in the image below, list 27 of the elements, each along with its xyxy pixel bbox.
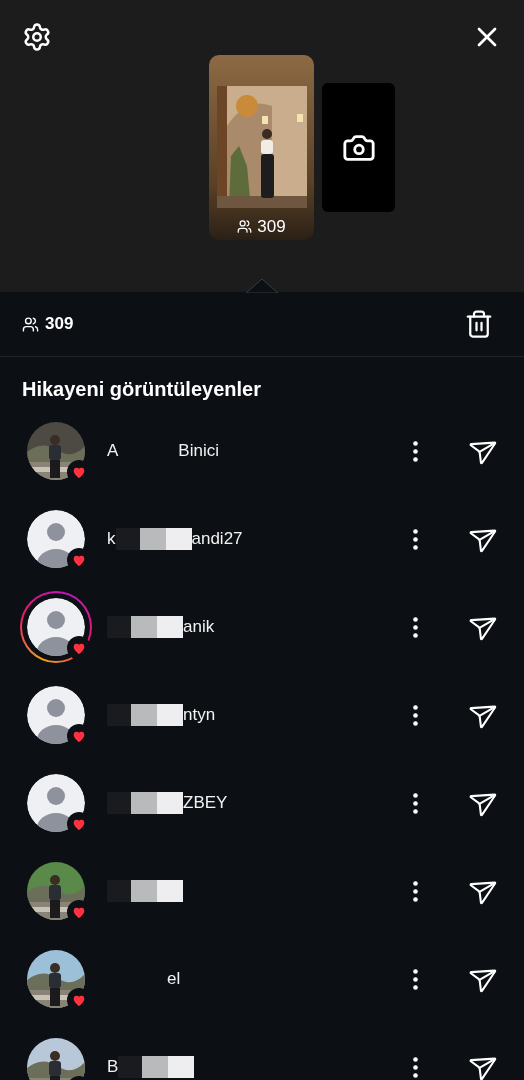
username: andi27	[191, 528, 243, 551]
username: B	[107, 1056, 119, 1079]
pointer-icon	[246, 277, 278, 293]
more-icon	[412, 1056, 418, 1078]
more-icon	[412, 440, 418, 462]
username: A	[107, 440, 119, 463]
more-icon	[412, 968, 418, 990]
username: ntyn	[183, 704, 216, 727]
viewer-count: 309	[45, 313, 74, 336]
username: Binici	[178, 440, 219, 463]
viewers-icon	[22, 315, 39, 333]
more-icon	[412, 792, 418, 814]
viewers-icon	[237, 219, 253, 235]
username: el	[167, 968, 181, 991]
section-heading: Hikayeni görüntüleyenler	[21, 377, 262, 402]
story-thumbnail[interactable]: 309	[209, 55, 314, 240]
trash-icon	[464, 309, 494, 339]
more-icon	[412, 616, 418, 638]
camera-button[interactable]	[322, 83, 395, 212]
more-icon	[412, 704, 418, 726]
viewer-count: 309	[257, 216, 286, 238]
more-icon	[412, 880, 418, 902]
username: anik	[183, 616, 215, 639]
settings-icon	[22, 22, 52, 52]
username: ZBEY	[183, 792, 228, 815]
username: k	[107, 528, 116, 551]
more-icon	[412, 528, 418, 550]
